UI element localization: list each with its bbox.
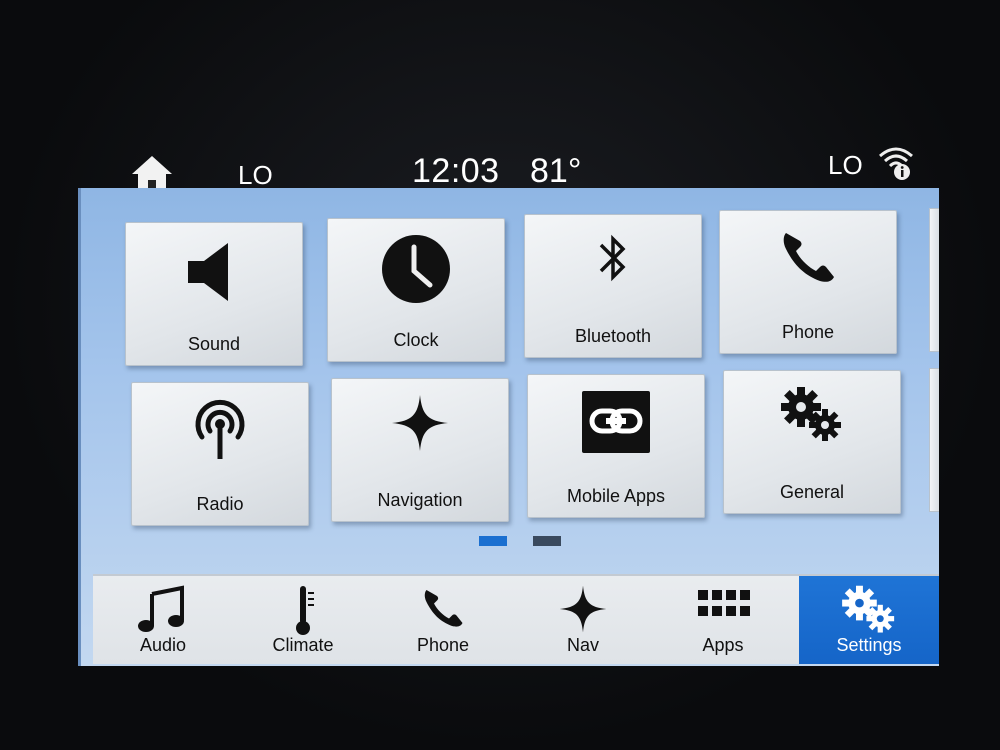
nav-settings[interactable]: Settings	[799, 576, 939, 664]
tile-label: Bluetooth	[574, 326, 652, 346]
bluetooth-icon	[599, 234, 626, 282]
compass-star-icon	[392, 395, 448, 451]
gears-icon	[781, 387, 841, 441]
tile-label: Radio	[196, 494, 244, 514]
tile-bluetooth[interactable]: Bluetooth	[524, 214, 702, 358]
nav-label: Phone	[416, 635, 470, 655]
tile-clock[interactable]: Clock	[327, 218, 505, 362]
tile-label: Clock	[393, 330, 439, 350]
nav-label: Climate	[272, 635, 334, 655]
nav-label: Nav	[566, 635, 599, 655]
compass-star-icon	[559, 585, 607, 633]
nav-label: Settings	[836, 635, 902, 655]
link-icon	[582, 391, 650, 453]
nav-phone[interactable]: Phone	[373, 576, 513, 664]
tile-label: Mobile Apps	[566, 486, 666, 506]
nav-climate[interactable]: Climate	[233, 576, 373, 664]
speaker-icon	[188, 243, 228, 301]
page-indicator-inactive[interactable]	[533, 536, 561, 546]
tile-sound[interactable]: Sound	[125, 222, 303, 366]
nav-label: Audio	[139, 635, 187, 655]
wifi-info-icon[interactable]	[876, 142, 916, 182]
outside-temperature: 81°	[530, 152, 582, 190]
next-page-tile-edge[interactable]	[929, 368, 939, 512]
nav-label: Apps	[702, 635, 744, 655]
tile-label: Navigation	[377, 490, 463, 510]
nav-audio[interactable]: Audio	[93, 576, 233, 664]
phone-icon	[424, 590, 463, 627]
nav-nav[interactable]: Nav	[513, 576, 653, 664]
radio-icon	[195, 399, 245, 459]
tile-general[interactable]: General	[723, 370, 901, 514]
tile-label: Phone	[781, 322, 835, 342]
clock-icon	[382, 235, 450, 303]
tile-mobile-apps[interactable]: Mobile Apps	[527, 374, 705, 518]
status-bar: LO 12:03 81° LO	[110, 130, 940, 192]
page-indicator-active[interactable]	[479, 536, 507, 546]
thermometer-icon	[296, 586, 314, 635]
tile-label: Sound	[187, 334, 241, 354]
gears-icon	[842, 585, 895, 633]
music-note-icon	[138, 585, 184, 632]
grid-icon	[698, 590, 750, 616]
settings-screen: Sound Clock Bluetooth Phone Radio Naviga…	[78, 188, 939, 666]
driver-temp-setting[interactable]: LO	[238, 160, 273, 191]
tile-navigation[interactable]: Navigation	[331, 378, 509, 522]
passenger-temp-setting[interactable]: LO	[828, 150, 863, 181]
tile-label: General	[779, 482, 845, 502]
tile-radio[interactable]: Radio	[131, 382, 309, 526]
tile-phone[interactable]: Phone	[719, 210, 897, 354]
bottom-nav-bar: Audio Climate Phone Nav Apps Settings	[93, 574, 939, 664]
nav-apps[interactable]: Apps	[653, 576, 793, 664]
phone-icon	[783, 233, 834, 282]
next-page-tile-edge[interactable]	[929, 208, 939, 352]
clock-time: 12:03	[412, 152, 500, 190]
